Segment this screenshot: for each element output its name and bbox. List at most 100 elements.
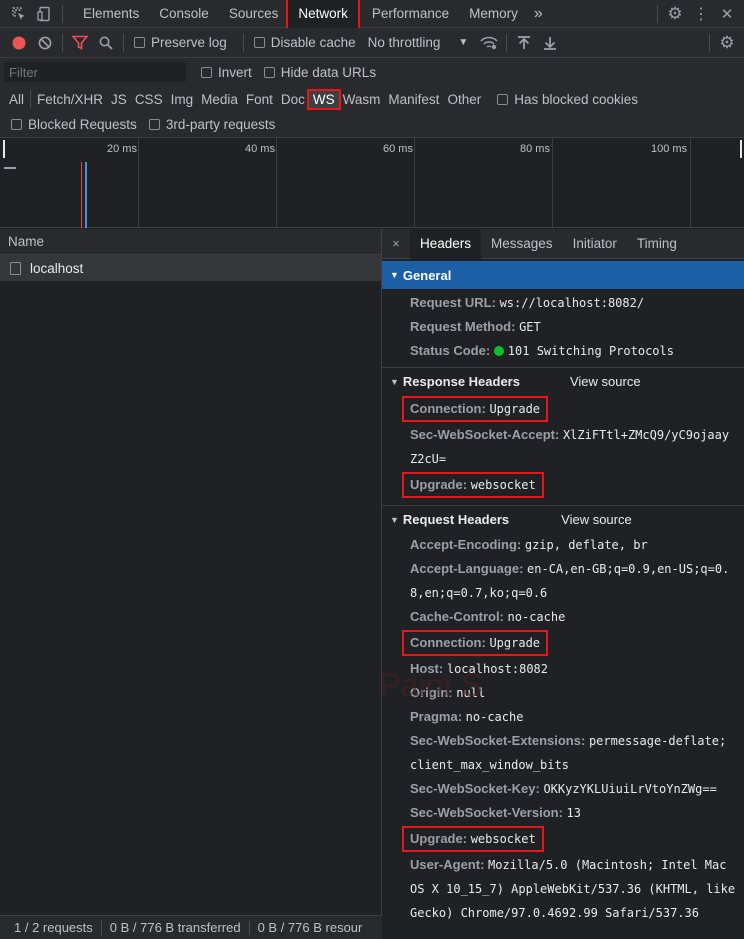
close-devtools-icon[interactable]: ✕ xyxy=(714,1,740,27)
hide-data-urls-checkbox[interactable]: Hide data URLs xyxy=(263,65,376,80)
header-pragma: Pragma: no-cache xyxy=(382,705,744,729)
tab-sources[interactable]: Sources xyxy=(219,0,289,28)
record-icon[interactable] xyxy=(6,30,32,56)
device-toolbar-icon[interactable] xyxy=(32,1,58,27)
header-value: ws://localhost:8082/ xyxy=(499,296,645,310)
type-filter-wasm[interactable]: Wasm xyxy=(339,92,385,107)
type-filter-img[interactable]: Img xyxy=(167,92,198,107)
close-details-icon[interactable]: × xyxy=(382,236,410,251)
header-key: Status Code: xyxy=(410,343,491,358)
request-list: Name localhost xyxy=(0,229,382,915)
more-tabs-button[interactable]: » xyxy=(528,0,549,28)
header-key: Origin: xyxy=(410,685,453,700)
header-key: Accept-Language: xyxy=(410,561,524,576)
preserve-log-checkbox[interactable]: Preserve log xyxy=(134,35,227,50)
type-filter-all[interactable]: All xyxy=(5,92,28,107)
type-filter-ws[interactable]: WS xyxy=(306,88,341,110)
filter-icon[interactable] xyxy=(67,30,93,56)
divider xyxy=(123,33,124,52)
export-har-icon[interactable] xyxy=(537,30,563,56)
general-section-title: General xyxy=(402,267,452,283)
request-row[interactable]: localhost xyxy=(0,255,381,281)
disable-cache-checkbox[interactable]: Disable cache xyxy=(253,35,356,50)
third-party-requests-label: 3rd-party requests xyxy=(165,117,276,132)
has-blocked-cookies-checkbox[interactable]: Has blocked cookies xyxy=(497,92,638,107)
tab-initiator[interactable]: Initiator xyxy=(563,229,627,259)
transferred-size: 0 B / 776 B transferred xyxy=(109,920,241,935)
header-origin: Origin: null xyxy=(382,681,744,705)
collapse-triangle-icon: ▼ xyxy=(390,376,399,387)
third-party-requests-checkbox[interactable]: 3rd-party requests xyxy=(148,117,276,132)
request-options-bar: Blocked Requests 3rd-party requests xyxy=(0,112,744,138)
general-section-header[interactable]: ▼ General xyxy=(382,261,744,289)
tab-console[interactable]: Console xyxy=(149,0,219,28)
has-blocked-cookies-label: Has blocked cookies xyxy=(514,91,639,107)
network-status-bar: 1 / 2 requests 0 B / 776 B transferred 0… xyxy=(0,915,382,939)
network-conditions-icon[interactable] xyxy=(476,30,502,56)
response-headers-section-header[interactable]: ▼ Response Headers View source xyxy=(382,367,744,395)
header-key: Connection: xyxy=(410,401,486,416)
type-filter-js[interactable]: JS xyxy=(107,92,131,107)
header-value: no-cache xyxy=(507,610,566,624)
header-value: websocket xyxy=(470,832,536,846)
timeline-handle-right[interactable] xyxy=(740,140,742,158)
type-filter-fetch-xhr[interactable]: Fetch/XHR xyxy=(33,92,107,107)
header-accept-encoding: Accept-Encoding: gzip, deflate, br xyxy=(382,533,744,557)
resources-size: 0 B / 776 B resour xyxy=(257,920,363,935)
type-filter-css[interactable]: CSS xyxy=(131,92,167,107)
header-sec-websocket-version: Sec-WebSocket-Version: 13 xyxy=(382,801,744,825)
request-name: localhost xyxy=(30,260,84,276)
header-key: Host: xyxy=(410,661,444,676)
details-tabs: × Headers Messages Initiator Timing xyxy=(382,229,744,259)
header-value: localhost:8082 xyxy=(446,662,548,676)
settings-gear-icon[interactable]: ⚙ xyxy=(662,1,688,27)
tab-performance[interactable]: Performance xyxy=(362,0,459,28)
header-key: Sec-WebSocket-Version: xyxy=(410,805,563,820)
throttling-select[interactable]: No throttling ▼ xyxy=(368,35,469,50)
header-key: Pragma: xyxy=(410,709,463,724)
type-filter-manifest[interactable]: Manifest xyxy=(384,92,443,107)
type-filter-other[interactable]: Other xyxy=(443,92,485,107)
timeline-gridline xyxy=(690,138,691,228)
tab-network[interactable]: Network xyxy=(286,0,360,30)
request-view-source-link[interactable]: View source xyxy=(561,512,632,527)
divider xyxy=(30,90,32,108)
timeline-gridline xyxy=(414,138,415,228)
inspect-element-icon[interactable] xyxy=(6,1,32,27)
invert-checkbox[interactable]: Invert xyxy=(201,65,252,80)
collapse-triangle-icon: ▼ xyxy=(390,514,399,525)
timeline-tick-label: 80 ms xyxy=(520,143,550,155)
request-headers-title: Request Headers xyxy=(402,512,510,527)
import-har-icon[interactable] xyxy=(511,30,537,56)
timeline-handle-left[interactable] xyxy=(3,140,5,158)
header-value: gzip, deflate, br xyxy=(524,538,648,552)
header-key: Accept-Encoding: xyxy=(410,537,522,552)
header-value: permessage-deflate; xyxy=(588,734,727,748)
clear-icon[interactable] xyxy=(32,30,58,56)
dom-content-loaded-marker xyxy=(81,162,82,228)
header-value: Mozilla/5.0 (Macintosh; Intel Mac xyxy=(488,858,727,872)
tab-memory[interactable]: Memory xyxy=(459,0,528,28)
tab-elements[interactable]: Elements xyxy=(73,0,149,28)
tab-headers[interactable]: Headers xyxy=(410,229,482,259)
network-overview-timeline[interactable]: 20 ms 40 ms 60 ms 80 ms 100 ms xyxy=(0,138,744,228)
filter-input[interactable] xyxy=(4,62,186,82)
header-upgrade: Upgrade: websocket xyxy=(402,826,544,852)
tab-timing[interactable]: Timing xyxy=(627,229,687,259)
name-column-header[interactable]: Name xyxy=(0,229,381,255)
type-filter-media[interactable]: Media xyxy=(197,92,242,107)
kebab-menu-icon[interactable]: ⋮ xyxy=(688,1,714,27)
request-headers-section-header[interactable]: ▼ Request Headers View source xyxy=(382,505,744,533)
type-filter-doc[interactable]: Doc xyxy=(277,92,309,107)
network-settings-gear-icon[interactable]: ⚙ xyxy=(714,30,740,56)
header-upgrade: Upgrade: websocket xyxy=(402,472,544,498)
throttling-value: No throttling xyxy=(367,35,441,50)
type-filter-font[interactable]: Font xyxy=(242,92,277,107)
response-view-source-link[interactable]: View source xyxy=(570,374,641,389)
search-icon[interactable] xyxy=(93,30,119,56)
timeline-request-bar xyxy=(4,167,16,169)
header-key: Upgrade: xyxy=(410,831,468,846)
header-value-continued: client_max_window_bits xyxy=(410,758,569,772)
tab-messages[interactable]: Messages xyxy=(481,229,563,259)
blocked-requests-checkbox[interactable]: Blocked Requests xyxy=(11,117,137,132)
